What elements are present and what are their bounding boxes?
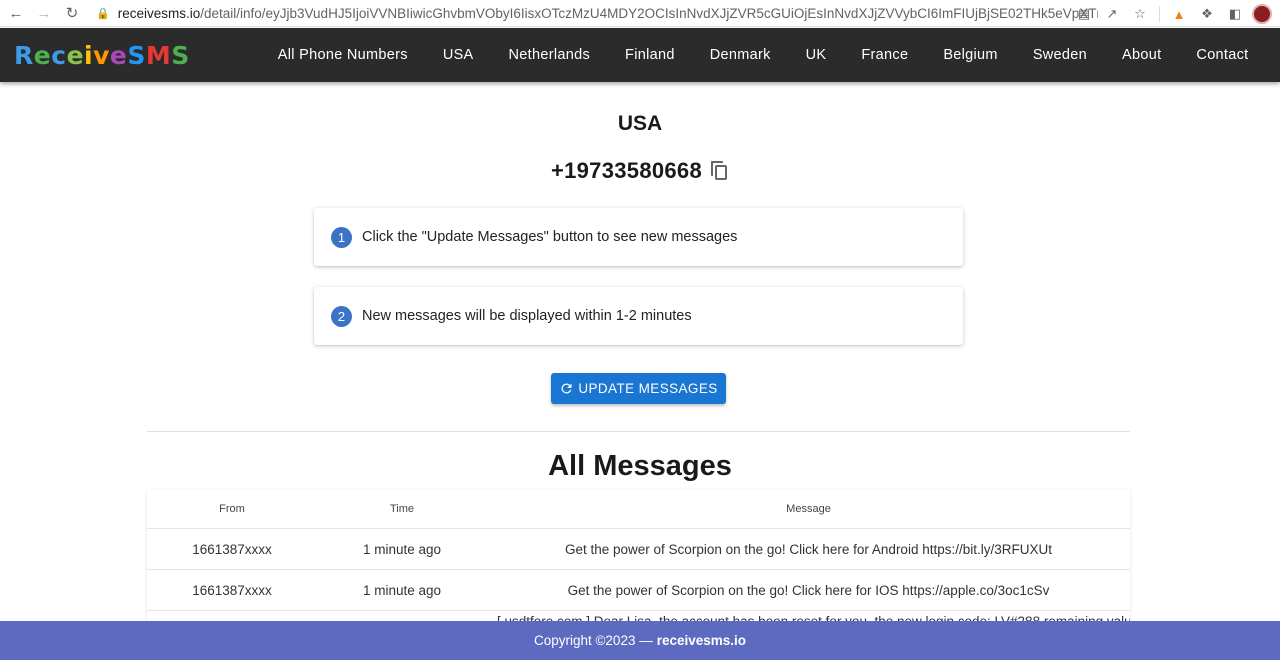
all-messages-title: All Messages [548,450,732,482]
logo-letter: e [66,40,85,70]
logo-letter: i [84,40,94,70]
logo-letter: e [109,40,128,70]
step-number-badge: 1 [331,226,352,248]
reload-icon[interactable]: ↻ [60,1,84,25]
table-row: 1661387xxxx 1 minute ago Get the power o… [147,570,1130,611]
url-path: /detail/info/eyJjb3VudHJ5IjoiVVNBIiwicGh… [200,5,1098,21]
country-title: USA [617,112,663,135]
update-messages-label: UPDATE MESSAGES [578,381,718,396]
logo-letter: c [51,40,67,70]
logo-letter: v [93,40,110,70]
step-number-badge: 2 [331,305,352,327]
nav-link-denmark[interactable]: Denmark [692,47,788,63]
nav-link-france[interactable]: France [844,47,926,63]
translate-icon[interactable]: ▤ [1073,3,1095,25]
nav-link-finland[interactable]: Finland [608,47,693,63]
side-panel-icon[interactable]: ◧ [1224,3,1246,25]
cell-from: 1661387xxxx [192,541,272,557]
site-header: ReceiveSMS All Phone Numbers USA Netherlan… [0,28,1280,82]
logo-letter: S [171,40,190,70]
logo-letter: e [33,40,52,70]
cell-time: 1 minute ago [362,541,442,557]
site-footer: Copyright ©2023 — receivesms.io [0,621,1280,660]
phone-row: +19733580668 [0,158,1280,184]
cell-message: Get the power of Scorpion on the go! Cli… [567,582,1050,598]
logo-letter: M [145,40,172,70]
header-time: Time [389,502,415,515]
share-icon[interactable]: ↗ [1101,3,1123,25]
footer-site-link[interactable]: receivesms.io [657,633,746,648]
site-logo[interactable]: ReceiveSMS [14,41,190,70]
address-bar[interactable]: 🔒 receivesms.io/detail/info/eyJjb3VudHJ5… [88,1,1098,25]
cell-message: Get the power of Scorpion on the go! Cli… [565,541,1052,557]
header-from: From [219,502,245,515]
copy-icon[interactable] [711,161,729,181]
nav-link-belgium[interactable]: Belgium [926,47,1016,63]
nav-link-uk[interactable]: UK [788,47,844,63]
browser-toolbar: ← → ↻ 🔒 receivesms.io/detail/info/eyJjb3… [0,0,1280,27]
main-content: USA +19733580668 1 Click the "Update Mes… [0,82,1280,652]
step-card-1: 1 Click the "Update Messages" button to … [314,208,963,266]
main-nav: All Phone Numbers USA Netherlands Finland De… [260,28,1266,82]
table-row: 1661387xxxx 1 minute ago Get the power o… [147,529,1130,570]
footer-copyright: Copyright ©2023 — [533,633,653,648]
nav-link-usa[interactable]: USA [425,47,491,63]
nav-link-contact[interactable]: Contact [1179,47,1266,63]
bookmark-star-icon[interactable]: ☆ [1129,3,1151,25]
cell-from: 1661387xxxx [192,582,272,598]
nav-link-netherlands[interactable]: Netherlands [491,47,608,63]
nav-link-sweden[interactable]: Sweden [1015,47,1104,63]
step-card-2: 2 New messages will be displayed within … [314,287,963,345]
refresh-icon [561,383,572,394]
url-host: receivesms.io [117,5,201,21]
nav-link-all-phone-numbers[interactable]: All Phone Numbers [260,47,425,63]
back-arrow-icon[interactable]: ← [4,1,28,25]
profile-avatar[interactable] [1252,4,1272,24]
update-messages-button[interactable]: UPDATE MESSAGES [551,373,726,404]
header-message: Message [786,502,831,515]
phone-number: +19733580668 [550,158,703,183]
logo-letter: S [127,40,146,70]
step-text: New messages will be displayed within 1-… [362,308,692,324]
puzzle-extensions-icon[interactable]: ❖ [1196,3,1218,25]
step-text: Click the "Update Messages" button to se… [362,229,738,245]
forward-arrow-icon[interactable]: → [32,1,56,25]
section-divider [147,431,1130,432]
fox-extension-icon[interactable]: ▲ [1168,3,1190,25]
nav-link-about[interactable]: About [1105,47,1179,63]
cell-time: 1 minute ago [362,582,442,598]
table-header-row: From Time Message [147,489,1130,529]
lock-icon: 🔒 [96,7,110,20]
logo-letter: R [14,40,34,70]
